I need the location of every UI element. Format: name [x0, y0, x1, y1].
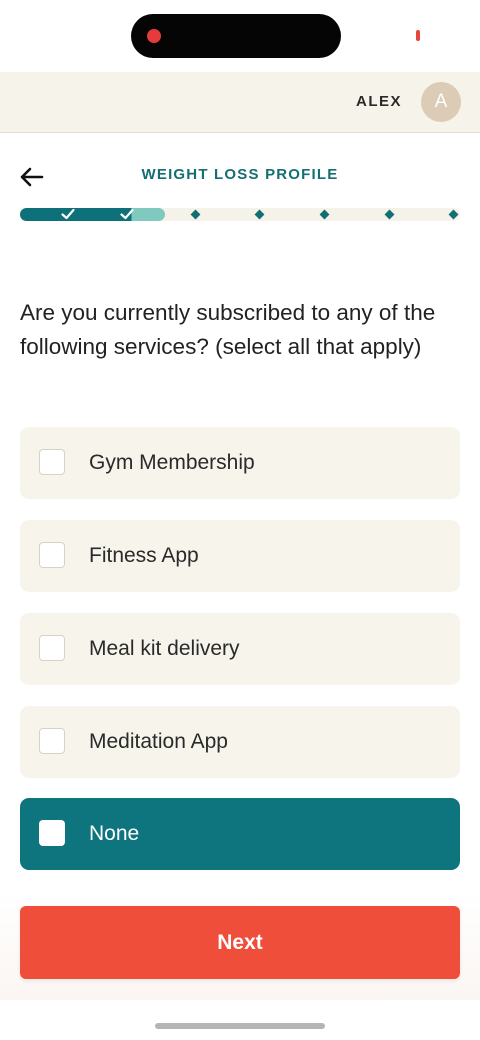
option-label: Fitness App: [89, 544, 199, 567]
option-fitness-app[interactable]: Fitness App: [20, 520, 460, 592]
checkbox[interactable]: [39, 820, 65, 846]
option-label: Meditation App: [89, 730, 228, 753]
home-indicator[interactable]: [155, 1023, 325, 1029]
checkbox[interactable]: [39, 635, 65, 661]
status-indicator-icon: [416, 30, 420, 41]
step-diamond-icon: [190, 209, 201, 220]
user-name[interactable]: ALEX: [356, 93, 402, 110]
progress-bar: [20, 208, 460, 221]
step-complete-checkmark-icon: [61, 208, 75, 220]
progress-fill: [20, 208, 166, 221]
app-header: ALEX A: [0, 72, 480, 133]
checkbox[interactable]: [39, 449, 65, 475]
dynamic-island: [131, 14, 341, 58]
step-diamond-icon: [448, 209, 459, 220]
option-label: None: [89, 822, 140, 845]
checkbox[interactable]: [39, 728, 65, 754]
option-label: Gym Membership: [89, 451, 255, 474]
avatar[interactable]: A: [421, 82, 461, 122]
next-button[interactable]: Next: [20, 906, 460, 979]
step-diamond-icon: [319, 209, 330, 220]
option-meal-kit-delivery[interactable]: Meal kit delivery: [20, 613, 460, 685]
recording-indicator-icon: [147, 29, 161, 43]
option-none[interactable]: None: [20, 798, 460, 870]
step-diamond-icon: [384, 209, 395, 220]
page-title: WEIGHT LOSS PROFILE: [141, 166, 339, 183]
status-bar: [0, 0, 480, 72]
option-gym-membership[interactable]: Gym Membership: [20, 427, 460, 499]
option-label: Meal kit delivery: [89, 637, 240, 660]
option-meditation-app[interactable]: Meditation App: [20, 706, 460, 778]
step-diamond-icon: [254, 209, 265, 220]
step-complete-checkmark-icon: [120, 208, 134, 220]
question-text: Are you currently subscribed to any of t…: [20, 300, 436, 359]
checkbox[interactable]: [39, 542, 65, 568]
